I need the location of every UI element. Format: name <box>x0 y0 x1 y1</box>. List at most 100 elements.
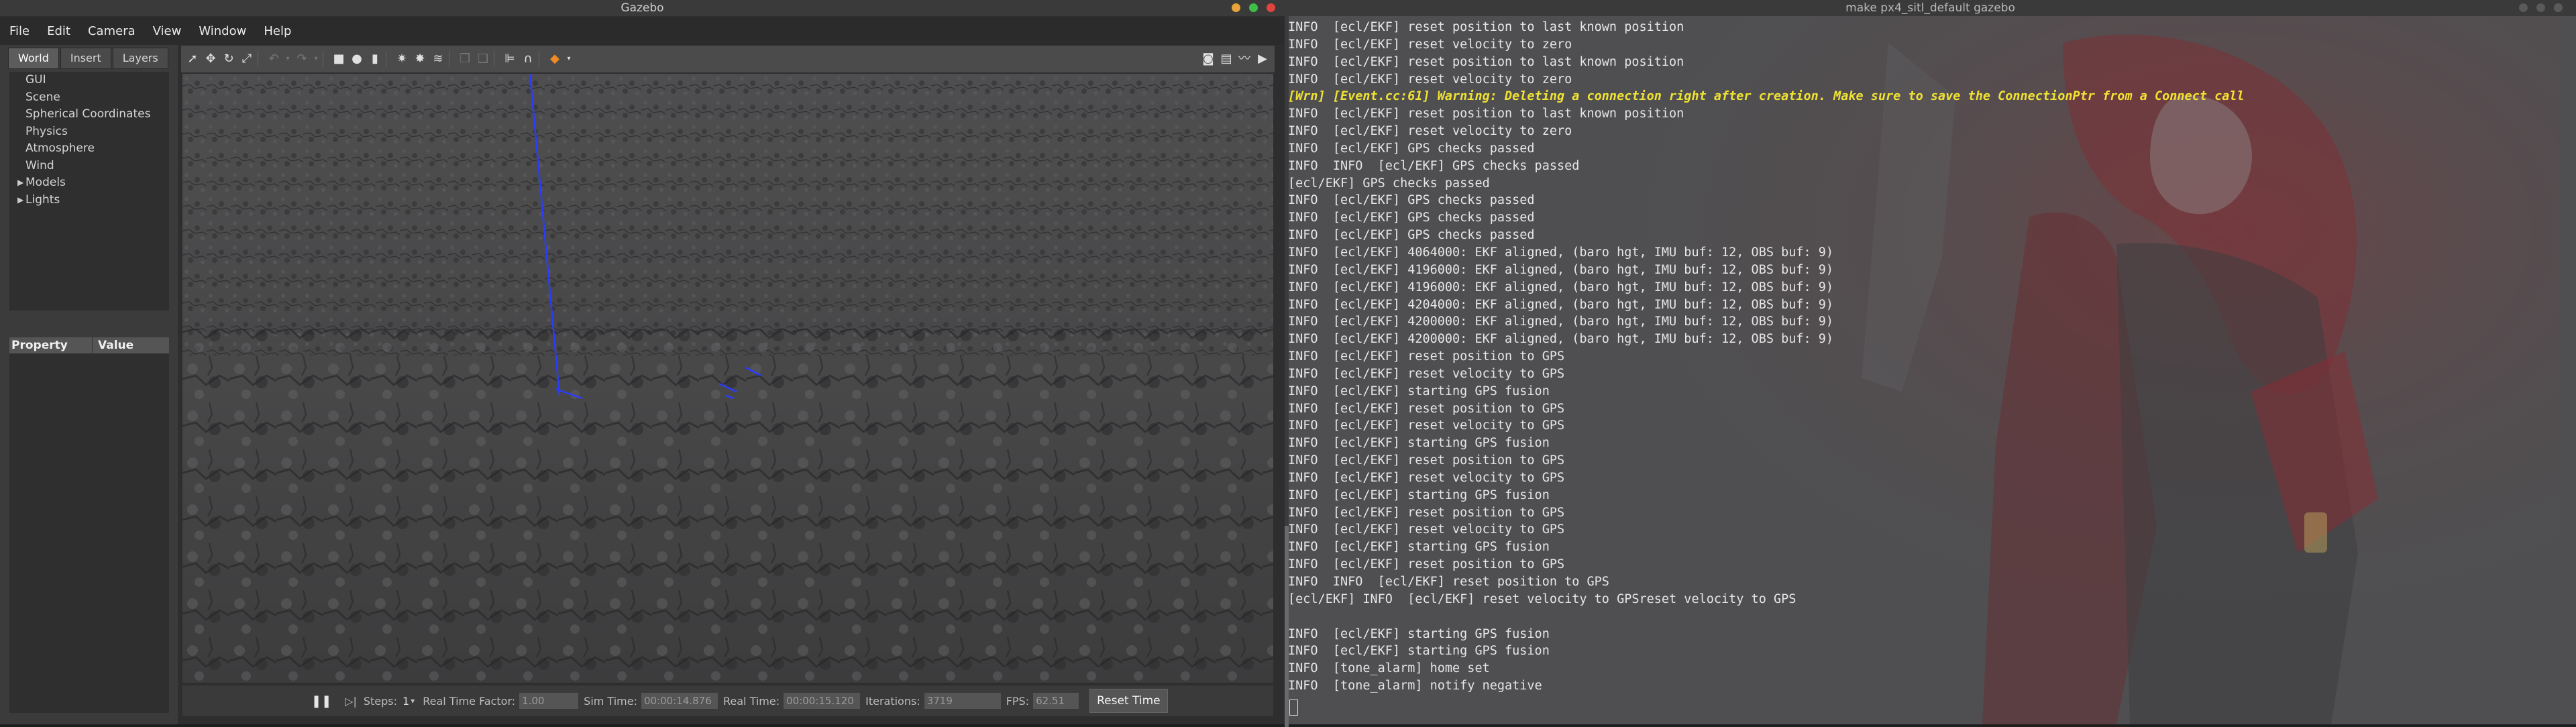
tree-item-gui[interactable]: GUI <box>9 72 169 89</box>
terminal-line: INFO [ecl/EKF] reset position to GPS <box>1288 505 1565 520</box>
fps-value: 62.51 <box>1033 693 1079 709</box>
scene-toolbar: ➚ ✥ ↻ ⤢ ↶ ▾ ↷ ▾ ■ ● ▮ ✷ ✸ ≋ ❐ ❑ ⊫ ∩ ◆ ▾ … <box>181 46 1275 72</box>
terminal-line: INFO [ecl/EKF] reset velocity to GPS <box>1288 418 1565 433</box>
time-panel: ❚❚ ▷| Steps: 1 ▾ Real Time Factor: 1.00 … <box>182 685 1273 716</box>
tree-item-label: Atmosphere <box>25 142 95 155</box>
snap-icon[interactable]: ∩ <box>521 52 535 66</box>
tab-insert[interactable]: Insert <box>60 48 111 69</box>
reset-time-button[interactable]: Reset Time <box>1089 689 1168 713</box>
real-time-label: Real Time: <box>722 694 780 708</box>
menu-view[interactable]: View <box>153 24 182 38</box>
box-shape-icon[interactable]: ■ <box>332 52 345 66</box>
tab-world[interactable]: World <box>8 48 59 69</box>
spot-light-icon[interactable]: ✸ <box>413 52 427 66</box>
scale-mode-icon[interactable]: ⤢ <box>240 52 254 66</box>
point-light-icon[interactable]: ✷ <box>395 52 409 66</box>
terminal-line: INFO [ecl/EKF] reset position to GPS <box>1288 401 1565 416</box>
fps-label: FPS: <box>1006 694 1030 708</box>
property-panel: Property Value <box>9 337 169 713</box>
align-icon[interactable]: ⊫ <box>503 52 517 66</box>
tree-item-wind[interactable]: Wind <box>9 158 169 175</box>
maximize-button[interactable] <box>1249 3 1258 12</box>
step-icon[interactable]: ▷| <box>345 695 357 708</box>
tree-item-spherical-coordinates[interactable]: Spherical Coordinates <box>9 106 169 123</box>
paste-icon[interactable]: ❑ <box>476 52 490 66</box>
terminal-line: INFO [ecl/EKF] reset velocity to GPS <box>1288 470 1565 485</box>
pause-icon[interactable]: ❚❚ <box>311 694 331 708</box>
window-title: Gazebo <box>621 1 664 15</box>
terminal-cursor <box>1289 700 1298 716</box>
expand-arrow-icon[interactable]: ▶ <box>17 192 23 209</box>
terminal-minimize-button[interactable] <box>2519 3 2528 12</box>
viewport-scene[interactable] <box>182 74 1273 683</box>
tree-item-atmosphere[interactable]: Atmosphere <box>9 140 169 158</box>
terminal-close-button[interactable] <box>2554 3 2563 12</box>
terminal-line: INFO [ecl/EKF] starting GPS fusion <box>1288 540 1550 555</box>
terminal-line: INFO [ecl/EKF] reset velocity to zero <box>1288 124 1572 139</box>
terminal-line: INFO [ecl/EKF] starting GPS fusion <box>1288 626 1550 641</box>
redo-dropdown-icon[interactable]: ▾ <box>313 52 319 66</box>
terminal-line: INFO [tone_alarm] home set <box>1288 661 1490 676</box>
real-time-value: 00:00:15.120 <box>784 693 861 709</box>
menu-camera[interactable]: Camera <box>88 24 136 38</box>
terminal-line: INFO [ecl/EKF] reset velocity to zero <box>1288 37 1572 52</box>
plot-icon[interactable]: 〰 <box>1238 52 1251 66</box>
terminal-line: INFO [ecl/EKF] 4196000: EKF aligned, (ba… <box>1288 280 1834 294</box>
change-view-icon[interactable]: ◆ <box>548 52 561 66</box>
terminal-line: INFO [ecl/EKF] 4204000: EKF aligned, (ba… <box>1288 297 1834 312</box>
terminal-window: make px4_sitl_default gazebo INFO [ecl/E… <box>1285 0 2576 724</box>
close-button[interactable] <box>1267 3 1275 12</box>
steps-label: Steps: <box>363 694 398 708</box>
tree-item-physics[interactable]: Physics <box>9 123 169 141</box>
sphere-shape-icon[interactable]: ● <box>350 52 364 66</box>
minimize-button[interactable] <box>1232 3 1240 12</box>
scrollbar-thumb[interactable] <box>1285 526 1289 727</box>
video-record-icon[interactable]: ▶ <box>1256 52 1269 66</box>
select-mode-icon[interactable]: ➚ <box>186 52 199 66</box>
terminal-line: INFO [ecl/EKF] 4200000: EKF aligned, (ba… <box>1288 332 1834 347</box>
terminal-line: INFO [ecl/EKF] GPS checks passed <box>1288 193 1535 208</box>
terminal-line: INFO [ecl/EKF] starting GPS fusion <box>1288 488 1550 502</box>
expand-arrow-icon[interactable]: ▶ <box>17 174 23 192</box>
panel-tabs: World Insert Layers <box>8 48 170 69</box>
steps-value[interactable]: 1 <box>402 695 409 708</box>
steps-spinner-icon[interactable]: ▾ <box>411 696 415 706</box>
terminal-line: INFO [ecl/EKF] starting GPS fusion <box>1288 644 1550 659</box>
translate-mode-icon[interactable]: ✥ <box>204 52 217 66</box>
terminal-line: INFO INFO [ecl/EKF] GPS checks passed <box>1288 158 1580 173</box>
tree-item-label: Lights <box>25 192 60 207</box>
copy-icon[interactable]: ❐ <box>458 52 472 66</box>
menu-file[interactable]: File <box>9 24 30 38</box>
gazebo-title-bar: Gazebo <box>0 0 1285 16</box>
terminal-line: INFO [ecl/EKF] starting GPS fusion <box>1288 436 1550 451</box>
3d-viewport[interactable] <box>182 74 1273 683</box>
tree-item-models[interactable]: ▶ Models <box>9 174 169 192</box>
iterations-value: 3719 <box>924 693 1001 709</box>
menu-edit[interactable]: Edit <box>47 24 70 38</box>
terminal-output: INFO [ecl/EKF] reset position to last kn… <box>1288 19 2549 695</box>
rotate-mode-icon[interactable]: ↻ <box>222 52 235 66</box>
cylinder-shape-icon[interactable]: ▮ <box>368 52 382 66</box>
undo-icon[interactable]: ↶ <box>267 52 280 66</box>
log-icon[interactable]: ▤ <box>1220 52 1233 66</box>
view-angle-dropdown-icon[interactable]: ▾ <box>566 52 572 66</box>
property-column-header: Property <box>9 337 93 353</box>
tree-item-label: Wind <box>25 158 54 172</box>
redo-icon[interactable]: ↷ <box>295 52 309 66</box>
rtf-label: Real Time Factor: <box>423 694 516 708</box>
directional-light-icon[interactable]: ≋ <box>431 52 445 66</box>
menu-help[interactable]: Help <box>264 24 291 38</box>
terminal-line: INFO [ecl/EKF] reset velocity to zero <box>1288 72 1572 87</box>
undo-dropdown-icon[interactable]: ▾ <box>285 52 290 66</box>
screenshot-icon[interactable]: ◙ <box>1201 52 1215 66</box>
tab-layers[interactable]: Layers <box>112 48 168 69</box>
terminal-scrollbar[interactable] <box>1285 16 1289 727</box>
menu-window[interactable]: Window <box>199 24 246 38</box>
terminal-maximize-button[interactable] <box>2536 3 2545 12</box>
terminal-line: INFO [ecl/EKF] reset position to last kn… <box>1288 107 1684 121</box>
tree-item-lights[interactable]: ▶ Lights <box>9 192 169 209</box>
tree-item-scene[interactable]: Scene <box>9 89 169 107</box>
terminal-line: INFO [tone_alarm] notify negative <box>1288 679 1542 693</box>
sim-time-label: Sim Time: <box>584 694 637 708</box>
